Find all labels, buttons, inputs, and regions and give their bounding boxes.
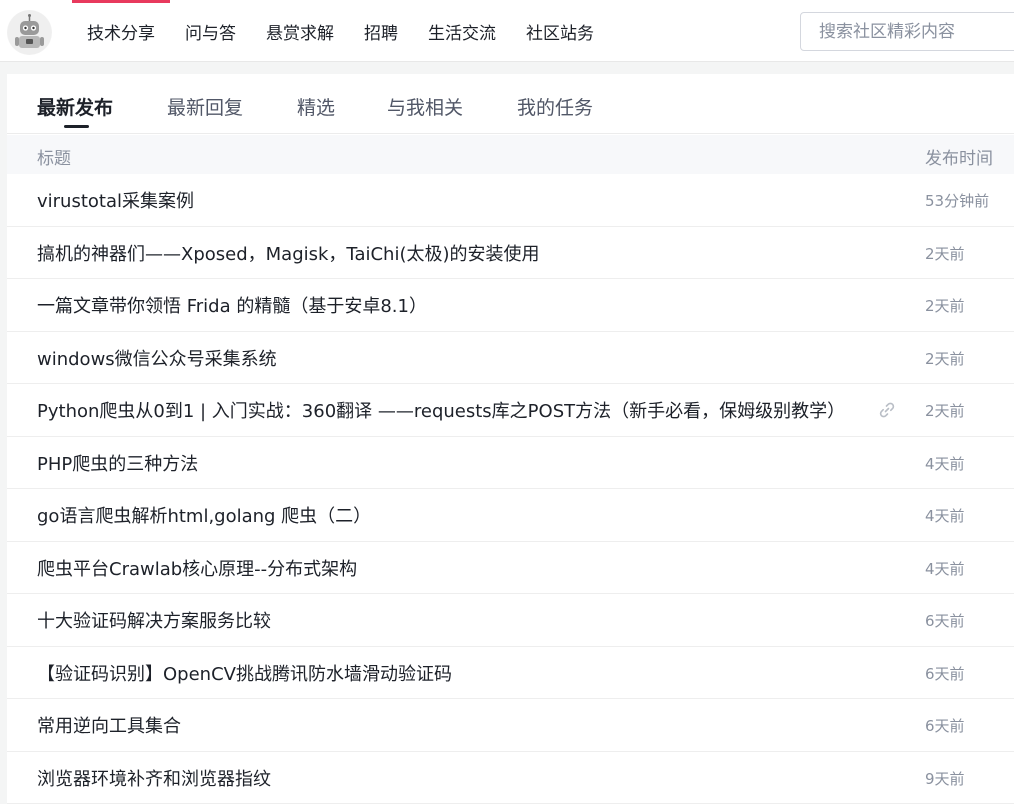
table-row[interactable]: Python爬虫从0到1 | 入门实战：360翻译 ——requests库之PO… [7, 384, 1014, 437]
topic-title-link[interactable]: Python爬虫从0到1 | 入门实战：360翻译 ——requests库之PO… [37, 397, 845, 423]
topic-time: 9天前 [925, 769, 965, 788]
tab-latest[interactable]: 最新发布 [37, 93, 113, 128]
topic-time: 4天前 [925, 507, 965, 525]
topic-title-link[interactable]: 搞机的神器们——Xposed，Magisk，TaiChi(太极)的安装使用 [37, 240, 540, 266]
link-icon[interactable] [877, 400, 897, 420]
topic-title-link[interactable]: virustotal采集案例 [37, 187, 194, 213]
table-row[interactable]: 【验证码识别】OpenCV挑战腾讯防水墙滑动验证码 6天前 [7, 647, 1014, 699]
table-row[interactable]: 爬虫平台Crawlab核心原理--分布式架构 4天前 [7, 542, 1014, 594]
robot-avatar-icon[interactable] [7, 10, 52, 55]
table-row[interactable]: 浏览器环境补齐和浏览器指纹 9天前 [7, 752, 1014, 804]
tab-featured[interactable]: 精选 [297, 93, 335, 121]
topic-time: 2天前 [925, 402, 965, 420]
table-row[interactable]: PHP爬虫的三种方法 4天前 [7, 437, 1014, 489]
topic-title-link[interactable]: go语言爬虫解析html,golang 爬虫（二） [37, 502, 371, 528]
topic-title-link[interactable]: 浏览器环境补齐和浏览器指纹 [37, 765, 271, 791]
nav-item-site-affairs[interactable]: 社区站务 [511, 0, 609, 62]
nav-item-qa[interactable]: 问与答 [170, 0, 251, 62]
table-row[interactable]: 搞机的神器们——Xposed，Magisk，TaiChi(太极)的安装使用 2天… [7, 227, 1014, 279]
table-row[interactable]: windows微信公众号采集系统 2天前 [7, 332, 1014, 384]
topic-title-link[interactable]: 常用逆向工具集合 [37, 712, 181, 738]
table-row[interactable]: go语言爬虫解析html,golang 爬虫（二） 4天前 [7, 489, 1014, 542]
topic-time: 2天前 [925, 244, 965, 263]
topic-title-link[interactable]: windows微信公众号采集系统 [37, 345, 277, 371]
search-input[interactable] [800, 12, 1014, 51]
top-navbar: 技术分享 问与答 悬赏求解 招聘 生活交流 社区站务 [0, 0, 1014, 62]
topic-time: 6天前 [925, 664, 965, 683]
topic-time: 4天前 [925, 454, 965, 473]
topic-list-card: 最新发布 最新回复 精选 与我相关 我的任务 标题 发布时间 virustota… [7, 74, 1014, 804]
table-header: 标题 发布时间 [7, 135, 1014, 174]
topic-title-link[interactable]: 一篇文章带你领悟 Frida 的精髓（基于安卓8.1） [37, 292, 427, 318]
column-header-time: 发布时间 [925, 149, 993, 169]
table-row[interactable]: 十大验证码解决方案服务比较 6天前 [7, 594, 1014, 647]
topic-title-link[interactable]: PHP爬虫的三种方法 [37, 450, 198, 476]
topic-time: 2天前 [925, 297, 965, 315]
topic-title-link[interactable]: 爬虫平台Crawlab核心原理--分布式架构 [37, 555, 357, 581]
topic-list: virustotal采集案例 53分钟前 搞机的神器们——Xposed，Magi… [7, 174, 1014, 804]
list-tabs: 最新发布 最新回复 精选 与我相关 我的任务 [7, 74, 1014, 134]
tab-related-to-me[interactable]: 与我相关 [387, 93, 463, 121]
topic-time: 6天前 [925, 612, 965, 630]
tab-my-tasks[interactable]: 我的任务 [517, 93, 593, 121]
topic-title-link[interactable]: 【验证码识别】OpenCV挑战腾讯防水墙滑动验证码 [37, 660, 452, 686]
nav-item-tech-share[interactable]: 技术分享 [72, 0, 170, 62]
topic-title-link[interactable]: 十大验证码解决方案服务比较 [37, 607, 271, 633]
topic-time: 4天前 [925, 559, 965, 578]
column-header-title: 标题 [37, 149, 71, 169]
nav-item-jobs[interactable]: 招聘 [349, 0, 413, 62]
nav-item-life[interactable]: 生活交流 [413, 0, 511, 62]
topic-time: 6天前 [925, 717, 965, 735]
table-row[interactable]: 一篇文章带你领悟 Frida 的精髓（基于安卓8.1） 2天前 [7, 279, 1014, 332]
table-row[interactable]: virustotal采集案例 53分钟前 [7, 174, 1014, 227]
nav-item-bounty[interactable]: 悬赏求解 [251, 0, 349, 62]
table-row[interactable]: 常用逆向工具集合 6天前 [7, 699, 1014, 752]
main-nav: 技术分享 问与答 悬赏求解 招聘 生活交流 社区站务 [72, 0, 609, 62]
tab-latest-reply[interactable]: 最新回复 [167, 93, 243, 121]
topic-time: 2天前 [925, 349, 965, 368]
topic-time: 53分钟前 [925, 192, 990, 210]
